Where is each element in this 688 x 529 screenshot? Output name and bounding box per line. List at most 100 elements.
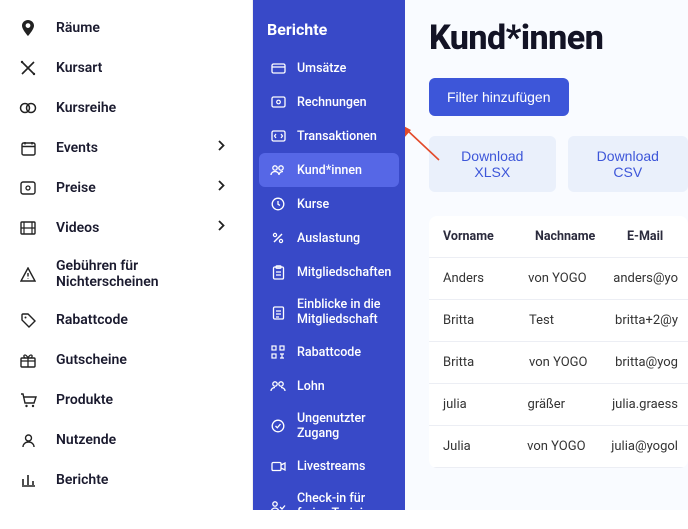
primary-nav: Räume Kursart Kursreihe Events Preise Vi…: [0, 0, 253, 510]
reports-item-lohn[interactable]: Lohn: [259, 369, 399, 403]
page-title: Kund*innen: [429, 18, 688, 58]
reports-item-umsaetze[interactable]: Umsätze: [259, 51, 399, 85]
reports-label: Lohn: [297, 379, 325, 394]
reports-item-ungenutzt[interactable]: Ungenutzter Zugang: [259, 403, 399, 449]
nav-label: Nutzende: [56, 432, 234, 448]
film-icon: [18, 218, 38, 238]
reports-label: Kund*innen: [297, 163, 362, 178]
idle-icon: [269, 417, 287, 435]
reports-item-checkin[interactable]: Check-in für freies Training: [259, 483, 399, 529]
nav-item-kursreihe[interactable]: Kursreihe: [0, 88, 252, 128]
reports-label: Einblicke in die Mitgliedschaft: [297, 297, 389, 327]
nav-item-videos[interactable]: Videos: [0, 208, 252, 248]
nav-item-gebuehren[interactable]: Gebühren für Nichterscheinen: [0, 248, 252, 300]
cell-nachname: gräßer: [514, 384, 599, 425]
nav-item-preise[interactable]: Preise: [0, 168, 252, 208]
pin-icon: [18, 18, 38, 38]
reports-label: Mitgliedschaften: [297, 265, 391, 280]
cell-nachname: von YOGO: [515, 342, 601, 383]
reports-item-auslastung[interactable]: Auslastung: [259, 221, 399, 255]
arrows-icon: [18, 58, 38, 78]
reports-label: Umsätze: [297, 61, 346, 76]
card-icon: [269, 59, 287, 77]
nav-label: Kursart: [56, 60, 234, 76]
video-icon: [269, 457, 287, 475]
reports-label: Auslastung: [297, 231, 360, 246]
checkin-icon: [269, 497, 287, 515]
cell-nachname: von YOGO: [514, 258, 599, 299]
table-row[interactable]: Julia von YOGO julia@yogol: [429, 426, 688, 468]
col-vorname[interactable]: Vorname: [429, 216, 521, 257]
reports-item-rechnungen[interactable]: Rechnungen: [259, 85, 399, 119]
reports-label: Transaktionen: [297, 129, 377, 144]
chevron-right-icon: [218, 180, 234, 196]
user-icon: [18, 430, 38, 450]
cell-email: julia.graess: [598, 384, 688, 425]
reports-item-mitgliedschaften[interactable]: Mitgliedschaften: [259, 255, 399, 289]
nav-item-rabattcode[interactable]: Rabattcode: [0, 300, 252, 340]
cell-vorname: Julia: [429, 426, 513, 467]
nav-label: Events: [56, 140, 218, 156]
nav-item-kursart[interactable]: Kursart: [0, 48, 252, 88]
download-xlsx-button[interactable]: Download XLSX: [429, 136, 556, 192]
table-row[interactable]: Anders von YOGO anders@yo: [429, 258, 688, 300]
reports-item-einblicke[interactable]: Einblicke in die Mitgliedschaft: [259, 289, 399, 335]
reports-label: Livestreams: [297, 459, 365, 474]
reports-item-transaktionen[interactable]: Transaktionen: [259, 119, 399, 153]
cell-vorname: Britta: [429, 300, 515, 341]
reports-item-kundinnen[interactable]: Kund*innen: [259, 153, 399, 187]
nav-item-events[interactable]: Events: [0, 128, 252, 168]
nav-label: Gebühren für Nichterscheinen: [56, 258, 234, 290]
price-icon: [18, 178, 38, 198]
nav-item-berichte[interactable]: Berichte: [0, 460, 252, 500]
main-content: Kund*innen Filter hinzufügen Download XL…: [405, 0, 688, 510]
nav-item-gutscheine[interactable]: Gutscheine: [0, 340, 252, 380]
nav-item-raeume[interactable]: Räume: [0, 8, 252, 48]
reports-item-kurse[interactable]: Kurse: [259, 187, 399, 221]
table-row[interactable]: Britta von YOGO britta@yog: [429, 342, 688, 384]
cell-nachname: Test: [515, 300, 601, 341]
nav-label: Gutscheine: [56, 352, 234, 368]
download-csv-button[interactable]: Download CSV: [568, 136, 688, 192]
rings-icon: [18, 98, 38, 118]
tag-icon: [18, 310, 38, 330]
reports-title: Berichte: [253, 12, 405, 51]
warning-icon: [18, 264, 38, 284]
add-filter-button[interactable]: Filter hinzufügen: [429, 78, 569, 116]
table-row[interactable]: Britta Test britta+2@y: [429, 300, 688, 342]
transaction-icon: [269, 127, 287, 145]
table-header-row: Vorname Nachname E-Mail: [429, 216, 688, 258]
nav-label: Rabattcode: [56, 312, 234, 328]
qr-icon: [269, 343, 287, 361]
nav-label: Kursreihe: [56, 100, 234, 116]
nav-item-nutzende[interactable]: Nutzende: [0, 420, 252, 460]
table-row[interactable]: julia gräßer julia.graess: [429, 384, 688, 426]
download-buttons: Download XLSX Download CSV: [429, 136, 688, 192]
nav-label: Produkte: [56, 392, 234, 408]
percent-icon: [269, 229, 287, 247]
chevron-right-icon: [218, 140, 234, 156]
invoice-icon: [269, 93, 287, 111]
col-email[interactable]: E-Mail: [613, 216, 688, 257]
cell-email: julia@yogol: [597, 426, 688, 467]
customers-table: Vorname Nachname E-Mail Anders von YOGO …: [429, 216, 688, 468]
nav-label: Preise: [56, 180, 218, 196]
nav-label: Berichte: [56, 472, 234, 488]
calendar-icon: [18, 138, 38, 158]
insight-icon: [269, 303, 287, 321]
customers-icon: [269, 161, 287, 179]
reports-item-livestreams[interactable]: Livestreams: [259, 449, 399, 483]
reports-label: Ungenutzter Zugang: [297, 411, 389, 441]
nav-label: Räume: [56, 20, 234, 36]
cell-email: britta@yog: [601, 342, 688, 383]
nav-label: Videos: [56, 220, 218, 236]
col-nachname[interactable]: Nachname: [521, 216, 613, 257]
reports-item-rabattcode[interactable]: Rabattcode: [259, 335, 399, 369]
clipboard-icon: [269, 263, 287, 281]
nav-item-produkte[interactable]: Produkte: [0, 380, 252, 420]
cell-email: britta+2@y: [601, 300, 688, 341]
reports-nav: Berichte Umsätze Rechnungen Transaktione…: [253, 0, 405, 510]
cell-vorname: Britta: [429, 342, 515, 383]
chevron-right-icon: [218, 220, 234, 236]
gift-icon: [18, 350, 38, 370]
